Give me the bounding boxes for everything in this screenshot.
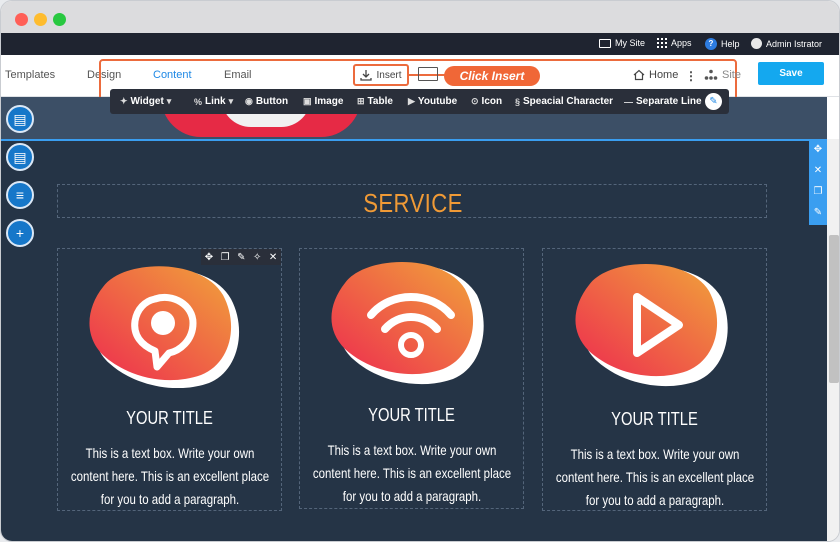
- monitor-icon: [599, 38, 611, 48]
- play-icon: [575, 263, 728, 387]
- table-icon: ⊞: [357, 96, 365, 106]
- move-icon[interactable]: ✥: [809, 139, 827, 160]
- special-character-icon: §: [515, 96, 521, 107]
- download-icon: [360, 70, 373, 81]
- app-window: My Site Apps ? Help Admin Istrator Templ…: [0, 0, 840, 542]
- edit-list-icon: ≡: [15, 187, 25, 203]
- copy-icon[interactable]: ❐: [221, 252, 230, 263]
- maximize-window-button[interactable]: [53, 13, 66, 26]
- insert-button[interactable]: Insert: [353, 64, 409, 86]
- plus-icon: +: [15, 225, 25, 241]
- layout-icon: ▤: [13, 111, 27, 127]
- scrollbar-thumb[interactable]: [829, 235, 839, 383]
- link-icon: %: [194, 96, 203, 107]
- insert-image-item[interactable]: ▣ Image: [303, 96, 343, 107]
- widget-menu[interactable]: ✦ Widget ▾: [120, 96, 171, 107]
- card-text: This is a text box. Write your own conte…: [70, 445, 270, 507]
- add-element-button[interactable]: +: [6, 219, 34, 247]
- my-site-link[interactable]: My Site: [599, 38, 645, 48]
- user-menu[interactable]: Admin Istrator: [751, 38, 822, 49]
- pages-panel-button[interactable]: ▤: [6, 105, 34, 133]
- insert-toolbar: ✦ Widget ▾ % Link ▾ ◉ Button ▣ Image ⊞ T…: [110, 89, 729, 114]
- edit-icon[interactable]: ✎: [809, 202, 827, 223]
- sections-panel-button[interactable]: ▤: [6, 143, 34, 171]
- insert-special-character-item[interactable]: § Speacial Character: [515, 96, 613, 107]
- close-icon[interactable]: ✕: [809, 160, 827, 181]
- card-title: YOUR TITLE: [611, 409, 698, 429]
- admin-bar: My Site Apps ? Help Admin Istrator: [1, 33, 839, 55]
- minimize-window-button[interactable]: [34, 13, 47, 26]
- help-icon: ?: [705, 38, 717, 50]
- save-button[interactable]: Save: [758, 62, 824, 85]
- insert-table-item[interactable]: ⊞ Table: [357, 96, 393, 107]
- insert-separate-line-item[interactable]: — Separate Line: [624, 96, 702, 107]
- youtube-icon: ▶: [408, 96, 415, 106]
- move-icon[interactable]: ✥: [205, 252, 213, 263]
- puzzle-icon: ✦: [120, 96, 128, 106]
- link-menu[interactable]: % Link ▾: [194, 96, 233, 107]
- close-icon[interactable]: ✕: [269, 252, 277, 263]
- card-text: This is a text box. Write your own conte…: [555, 446, 755, 508]
- chevron-down-icon: ▾: [166, 96, 172, 106]
- apps-grid-icon: [657, 38, 667, 48]
- icon-icon: ⊙: [471, 96, 479, 106]
- image-icon: ▣: [303, 96, 312, 106]
- section-tools: ✥ ✕ ❐ ✎: [809, 139, 827, 225]
- insert-button-item[interactable]: ◉ Button: [245, 96, 288, 107]
- edit-icon[interactable]: ✎: [237, 252, 245, 263]
- insert-youtube-item[interactable]: ▶ Youtube: [408, 96, 457, 107]
- service-heading-box[interactable]: SERVICE: [57, 184, 767, 218]
- copy-icon[interactable]: ❐: [809, 181, 827, 202]
- section-selection-border: [1, 139, 827, 141]
- section-title: SERVICE: [363, 188, 463, 218]
- chevron-down-icon: ▾: [228, 96, 234, 106]
- insert-icon-item[interactable]: ⊙ Icon: [471, 96, 502, 107]
- page-selector[interactable]: Home: [633, 69, 678, 81]
- close-window-button[interactable]: [15, 13, 28, 26]
- site-selector[interactable]: Site: [704, 69, 741, 81]
- section-icon: ▤: [13, 149, 27, 165]
- edit-panel-button[interactable]: ≡: [6, 181, 34, 209]
- location-pin-icon: [89, 266, 240, 388]
- separator-icon: —: [624, 96, 633, 107]
- home-icon: [633, 69, 645, 81]
- window-titlebar: [1, 1, 839, 33]
- pin-toolbar-icon[interactable]: ✎: [705, 93, 722, 110]
- avatar: [751, 38, 762, 49]
- card-title: YOUR TITLE: [126, 408, 213, 428]
- card-title: YOUR TITLE: [368, 405, 455, 425]
- button-icon: ◉: [245, 96, 253, 106]
- more-options-icon[interactable]: ⋮: [685, 69, 697, 83]
- card-text: This is a text box. Write your own conte…: [312, 442, 512, 504]
- desktop-preview-icon[interactable]: [418, 67, 438, 81]
- wifi-icon: [331, 261, 484, 385]
- apps-link[interactable]: Apps: [657, 38, 692, 48]
- magic-wand-icon[interactable]: ✧: [253, 252, 261, 263]
- tab-templates[interactable]: Templates: [5, 69, 55, 81]
- help-link[interactable]: ? Help: [705, 38, 740, 50]
- click-insert-callout: Click Insert: [444, 66, 540, 86]
- sitemap-icon: [704, 69, 718, 80]
